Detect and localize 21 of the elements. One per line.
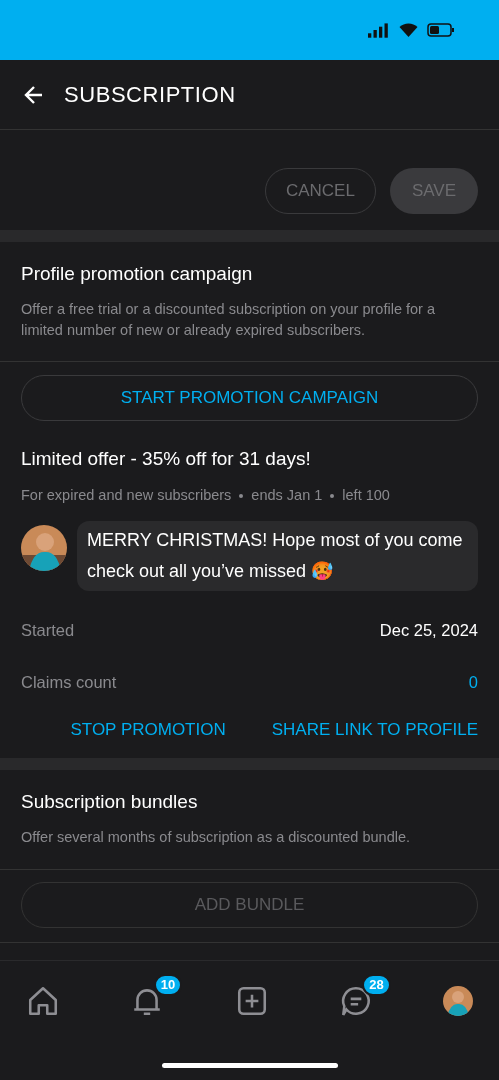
- offer-meta: ends Jan 1: [251, 486, 323, 505]
- detail-label: Started: [21, 620, 75, 642]
- section-title: Profile promotion campaign: [21, 262, 254, 286]
- page-title: SUBSCRIPTION: [64, 81, 236, 109]
- section-title: Subscription bundles: [21, 790, 199, 815]
- battery-icon: [427, 23, 455, 37]
- offer-title: Limited offer - 35% off for 31 days!: [21, 446, 312, 471]
- count-badge: 10: [153, 973, 183, 996]
- count-badge: 28: [362, 973, 391, 996]
- detail-value: Dec 25, 2024: [379, 620, 478, 642]
- section-description: Offer a free trial or a discounted subscription on your profile for a limited number of new or already expired subscribers.: [21, 299, 436, 340]
- wifi-icon: [398, 22, 419, 38]
- claims-count-link[interactable]: 0: [468, 670, 478, 696]
- offer-meta: left 100: [342, 486, 390, 505]
- signal-icon: [368, 22, 390, 38]
- message-bubble: MERRY CHRISTMAS! Hope most of you come check out all you’ve missed 🥵: [77, 520, 478, 591]
- section-description: Offer several months of subscription as a discounted bundle.: [21, 827, 412, 847]
- stop-promotion-button[interactable]: STOP PROMOTION: [70, 716, 226, 743]
- offer-meta: For expired and new subscribers: [21, 486, 232, 505]
- detail-label: Claims count: [21, 672, 117, 694]
- share-link-button[interactable]: SHARE LINK TO PROFILE: [271, 716, 478, 743]
